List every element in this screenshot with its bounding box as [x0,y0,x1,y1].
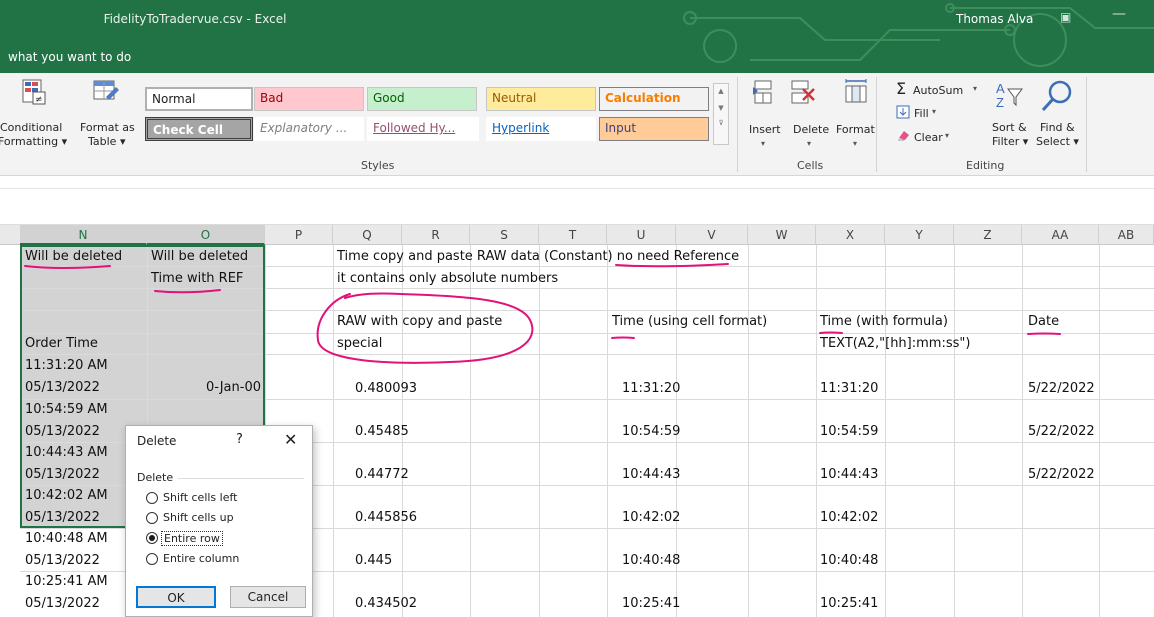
radio-entire-row[interactable] [146,532,158,544]
radio-shift-up[interactable] [146,512,158,524]
cancel-button[interactable]: Cancel [230,586,306,608]
dialog-section-label: Delete [137,471,174,484]
label-shift-up[interactable]: Shift cells up [163,511,234,524]
close-icon[interactable]: ✕ [284,430,297,449]
ok-button[interactable]: OK [136,586,216,608]
radio-entire-column[interactable] [146,553,158,565]
dialog-title: Delete [137,434,177,448]
label-entire-column[interactable]: Entire column [163,552,239,565]
delete-dialog: Delete ? ✕ Delete Shift cells left Shift… [125,425,313,617]
radio-shift-left[interactable] [146,492,158,504]
section-divider [178,478,304,479]
label-shift-left[interactable]: Shift cells left [163,491,237,504]
label-entire-row[interactable]: Entire row [161,531,223,546]
help-button[interactable]: ? [236,432,243,447]
